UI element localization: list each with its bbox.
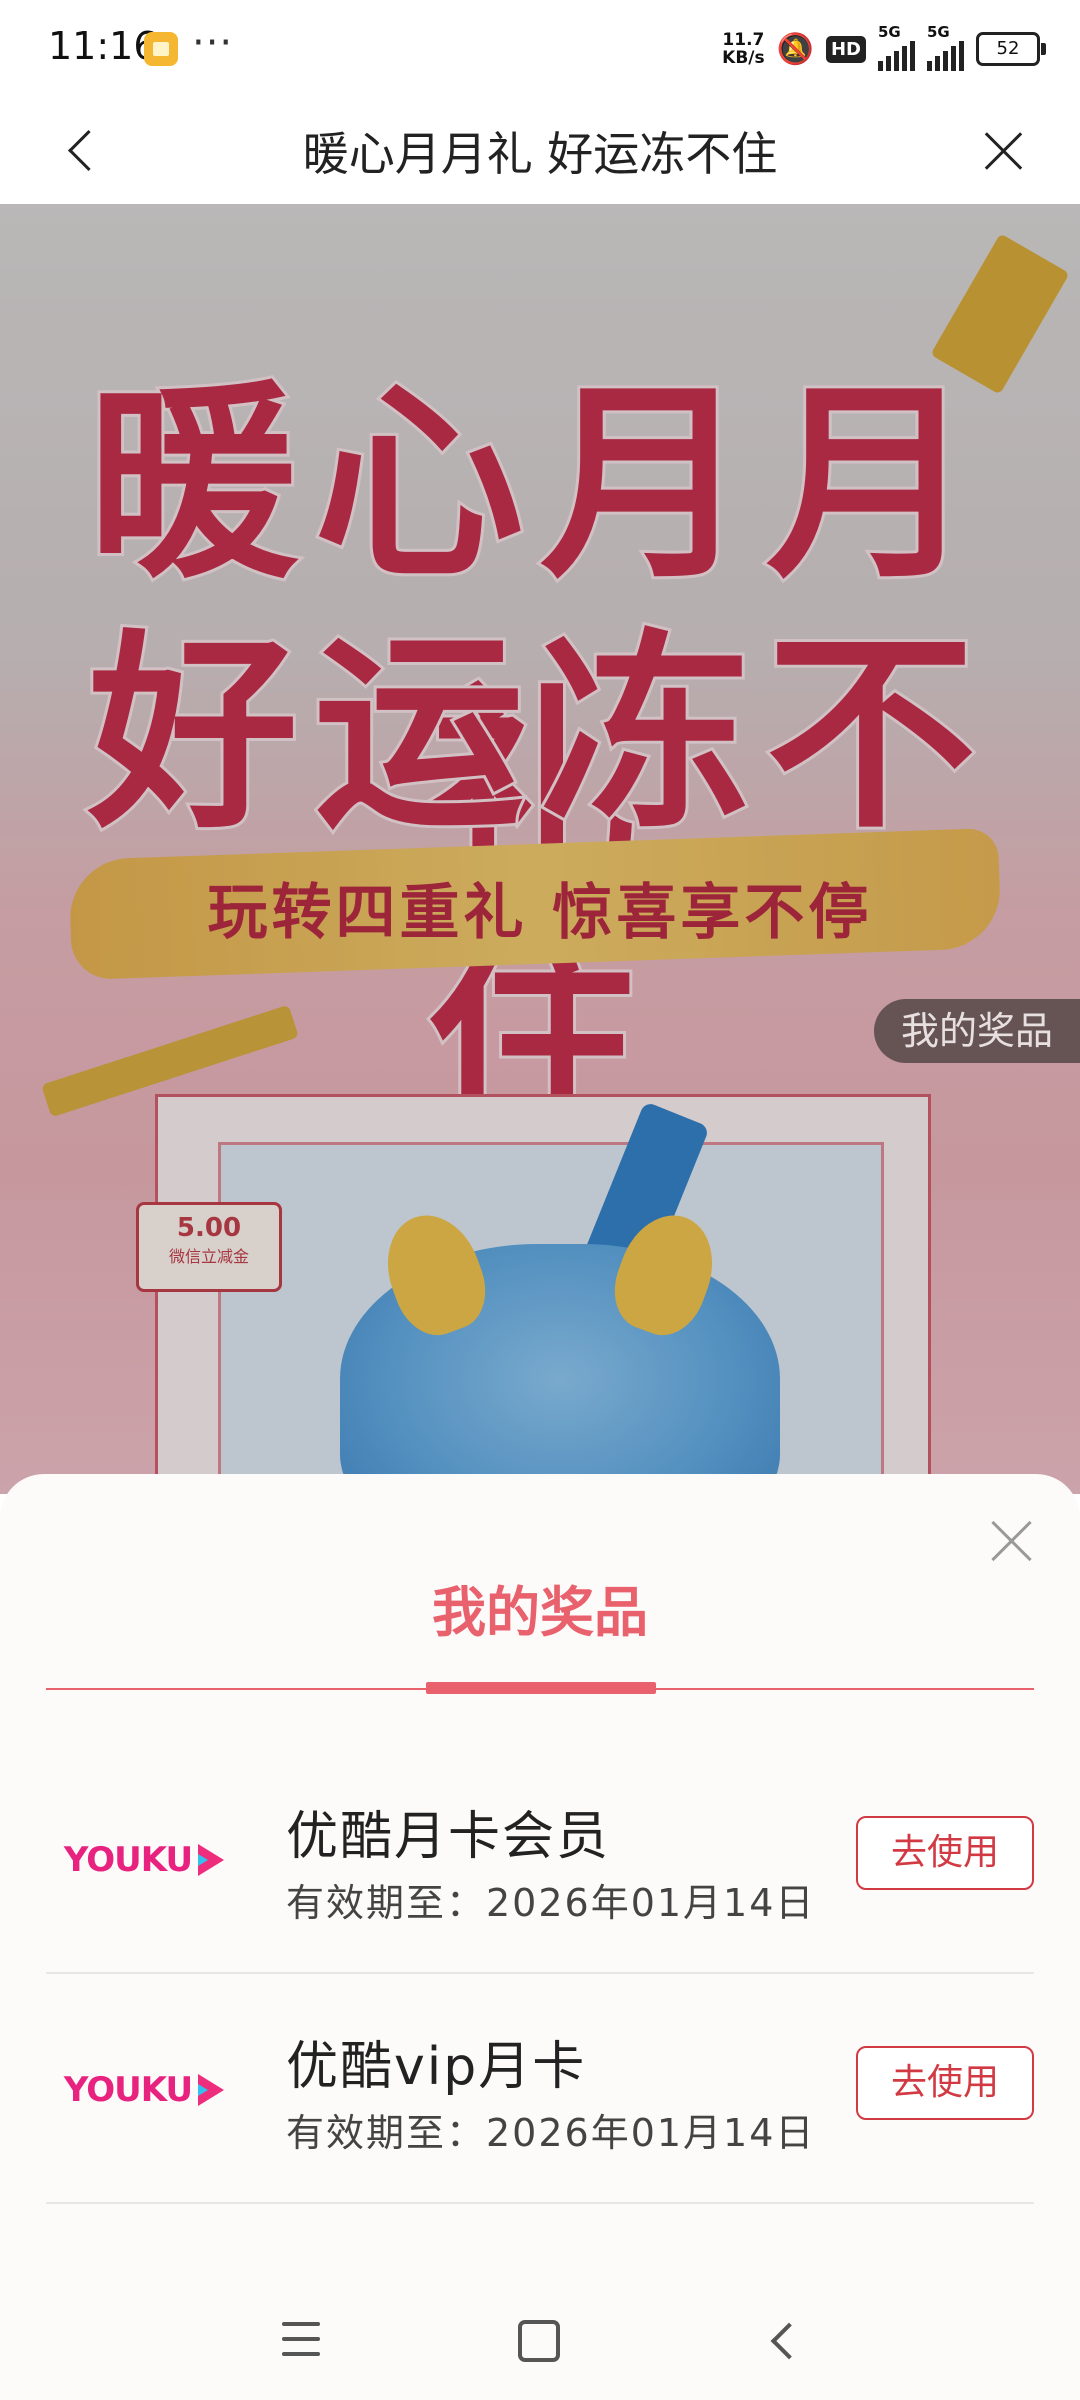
prize-expiry: 有效期至：2026年01月14日 <box>286 1881 816 1925</box>
promo-banner: 暖心月月礼 好运冻不住 玩转四重礼 惊喜享不停 5.00 微信立减金 我的奖品 <box>0 204 1080 1494</box>
menu-icon[interactable] <box>282 2322 320 2356</box>
use-button[interactable]: 去使用 <box>856 2046 1034 2120</box>
my-prizes-sheet: 我的奖品 YOUKU 优酷月卡会员 有效期至：2026年01月14日 去使用 Y… <box>0 1474 1080 2400</box>
row-divider <box>46 2202 1034 2204</box>
prize-name: 优酷月卡会员 <box>286 1807 611 1867</box>
sheet-title: 我的奖品 <box>432 1581 648 1644</box>
signal-sim2-icon: 5G <box>927 23 964 71</box>
active-tab-indicator <box>426 1682 656 1694</box>
hd-voice-badge: HD <box>825 35 866 63</box>
youku-play-icon <box>198 2074 225 2106</box>
prize-expiry: 有效期至：2026年01月14日 <box>286 2111 816 2155</box>
status-bar: 11:16 ··· 11.7 KB/s 🔕 HD 5G 5G 52 <box>0 0 1080 96</box>
network-speed: 11.7 KB/s <box>722 31 764 67</box>
system-navigation-bar <box>0 2280 1080 2400</box>
prize-item: YOUKU 优酷月卡会员 有效期至：2026年01月14日 去使用 <box>46 1744 1034 1974</box>
youku-logo: YOUKU <box>46 2024 242 2156</box>
network-speed-unit: KB/s <box>722 48 765 68</box>
top-navigation-bar: 暖心月月礼 好运冻不住 <box>0 96 1080 204</box>
more-notifications-icon: ··· <box>192 20 234 66</box>
battery-icon: 52 <box>976 32 1046 66</box>
youku-logo: YOUKU <box>46 1794 242 1926</box>
close-icon[interactable] <box>976 122 1032 178</box>
signal-sim1-icon: 5G <box>878 23 915 71</box>
close-icon[interactable] <box>988 1518 1034 1564</box>
page-title: 暖心月月礼 好运冻不住 <box>302 127 778 181</box>
modal-dim-overlay <box>0 204 1080 1494</box>
use-button[interactable]: 去使用 <box>856 1816 1034 1890</box>
youku-logo-text: YOUKU <box>63 1840 193 1880</box>
sim1-network-label: 5G <box>878 23 901 41</box>
notes-app-icon <box>144 32 178 66</box>
sim2-network-label: 5G <box>927 23 950 41</box>
back-icon[interactable] <box>764 2320 800 2360</box>
prize-item: YOUKU 优酷vip月卡 有效期至：2026年01月14日 去使用 <box>46 1974 1034 2204</box>
prize-name: 优酷vip月卡 <box>286 2037 587 2097</box>
youku-play-icon <box>198 1844 225 1876</box>
status-time: 11:16 <box>48 24 158 68</box>
home-icon[interactable] <box>518 2320 560 2362</box>
youku-logo-text: YOUKU <box>63 2070 193 2110</box>
network-speed-value: 11.7 <box>722 30 765 50</box>
my-prizes-pill-button[interactable]: 我的奖品 <box>874 999 1080 1063</box>
status-indicators: 11.7 KB/s 🔕 HD 5G 5G 52 <box>722 23 1046 72</box>
mute-bell-icon: 🔕 <box>776 31 814 67</box>
